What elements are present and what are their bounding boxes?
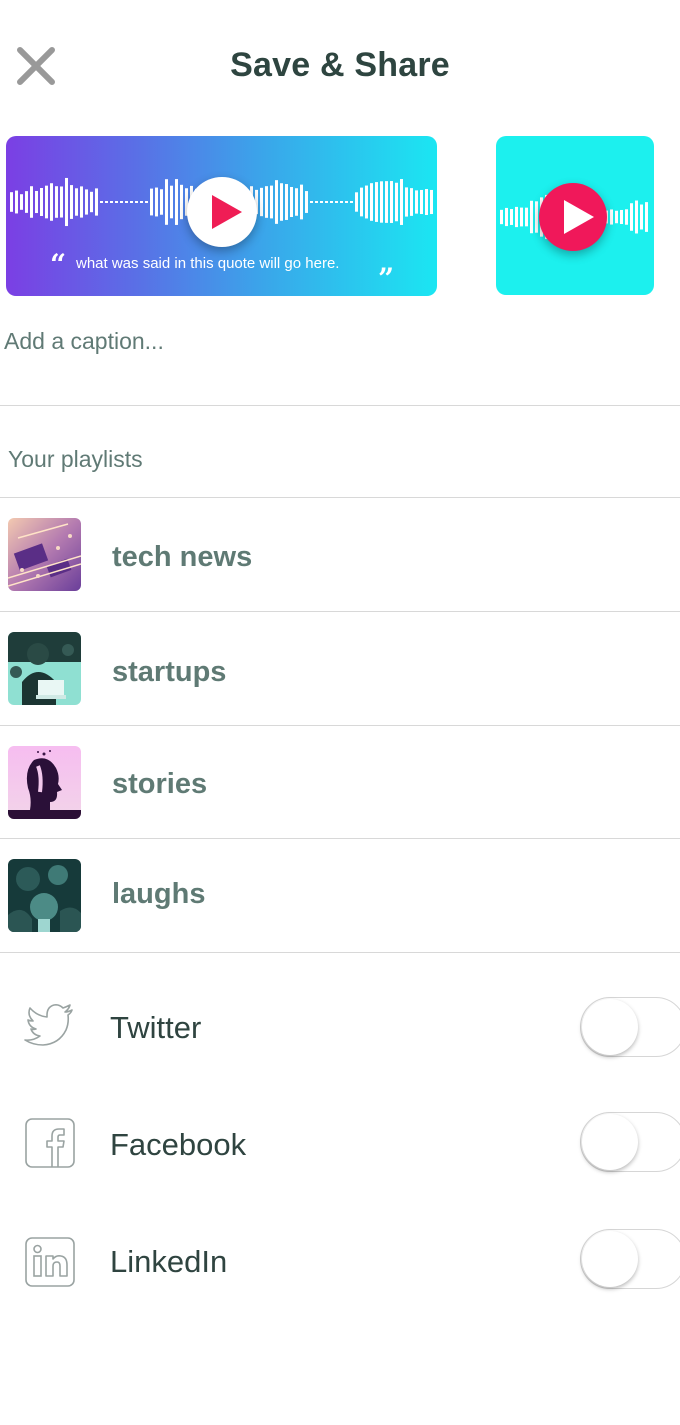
- facebook-toggle[interactable]: [580, 1112, 680, 1172]
- playlist-item-tech-news[interactable]: tech news: [0, 498, 680, 611]
- linkedin-toggle[interactable]: [580, 1229, 680, 1289]
- page-title: Save & Share: [230, 46, 450, 84]
- circuit-board-thumbnail: [8, 518, 81, 591]
- social-label: Twitter: [110, 1010, 202, 1045]
- share-row-twitter: Twitter: [0, 988, 680, 1068]
- social-label: Facebook: [110, 1127, 247, 1162]
- linkedin-icon: [22, 1234, 78, 1290]
- caption-input[interactable]: [4, 328, 664, 355]
- play-button[interactable]: [187, 177, 257, 247]
- playlist-name: startups: [112, 656, 227, 688]
- twitter-icon: [22, 996, 78, 1052]
- playlist-item-startups[interactable]: startups: [0, 612, 680, 725]
- divider: [0, 952, 680, 953]
- share-row-facebook: Facebook: [0, 1105, 680, 1185]
- playlist-name: laughs: [112, 878, 206, 910]
- playlist-name: tech news: [112, 541, 253, 573]
- social-label: LinkedIn: [110, 1244, 228, 1279]
- divider: [0, 405, 680, 406]
- facebook-icon: [22, 1115, 78, 1171]
- audiogram-wide-preview[interactable]: “ what was said in this quote will go he…: [6, 136, 437, 296]
- quote-text: what was said in this quote will go here…: [76, 255, 340, 272]
- share-row-linkedin: LinkedIn: [0, 1222, 680, 1302]
- audiogram-square-preview[interactable]: [496, 136, 654, 295]
- playlist-item-laughs[interactable]: laughs: [0, 839, 680, 952]
- playlist-item-stories[interactable]: stories: [0, 726, 680, 839]
- playlists-section-label: Your playlists: [8, 446, 143, 472]
- close-quote-mark: ”: [378, 262, 395, 295]
- comedians-thumbnail: [8, 859, 81, 932]
- playlist-name: stories: [112, 768, 208, 800]
- twitter-toggle[interactable]: [580, 997, 680, 1057]
- silhouette-head-thumbnail: [8, 746, 81, 819]
- play-button[interactable]: [539, 183, 607, 251]
- laptop-person-thumbnail: [8, 632, 81, 705]
- open-quote-mark: “: [50, 248, 67, 281]
